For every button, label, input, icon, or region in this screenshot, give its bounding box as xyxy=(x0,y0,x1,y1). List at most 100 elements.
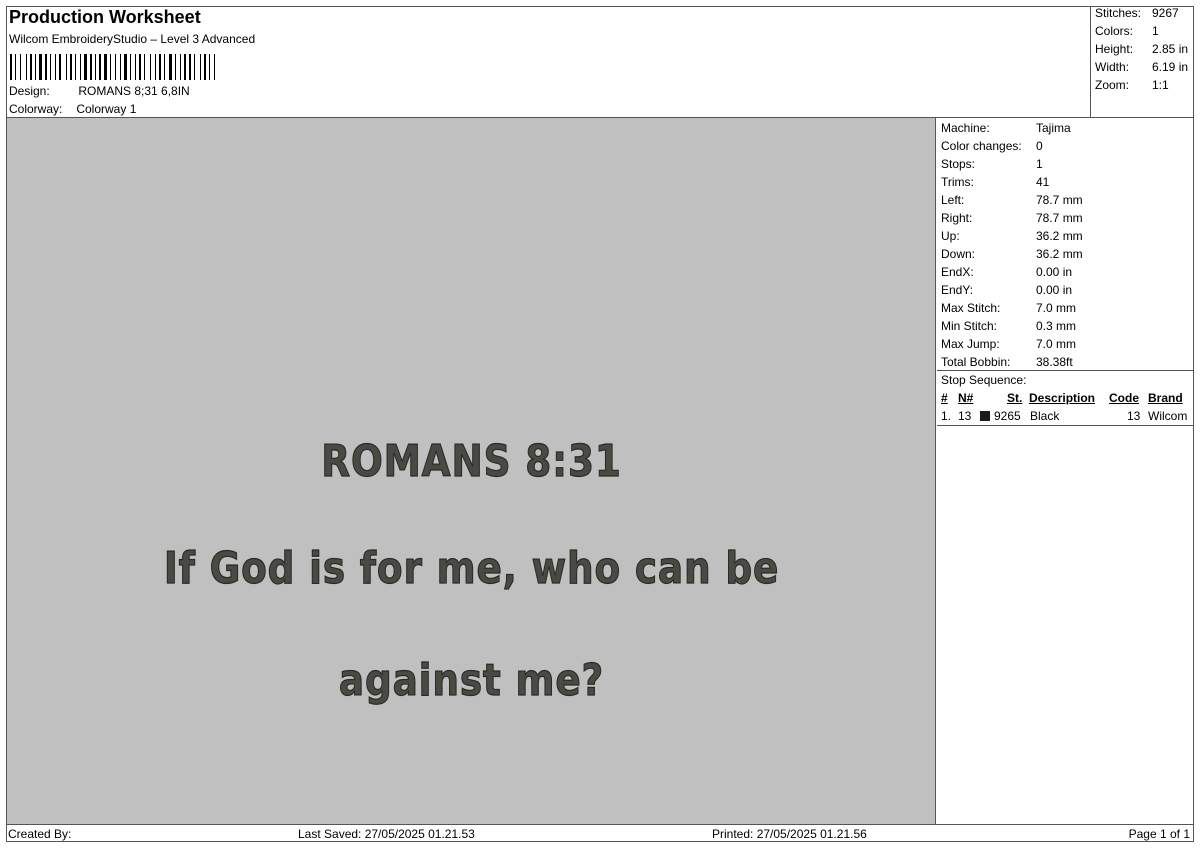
machine-info-label: Max Stitch: xyxy=(941,301,1001,315)
barcode xyxy=(10,50,218,80)
barcode-bar xyxy=(139,54,141,80)
barcode-bar xyxy=(39,54,42,80)
height-row: Height: 2.85 in xyxy=(1095,42,1188,58)
design-summary: Stitches: 9267 Colors: 1 Height: 2.85 in Wi… xyxy=(1091,6,1194,118)
worksheet-footer: Created By: Last Saved: 27/05/2025 01.21… xyxy=(6,824,1194,842)
page-title: Production Worksheet xyxy=(9,7,201,27)
zoom-row: Zoom: 1:1 xyxy=(1095,78,1169,94)
barcode-bar xyxy=(70,54,72,80)
barcode-bar xyxy=(104,54,107,80)
barcode-bar xyxy=(214,54,215,80)
barcode-bar xyxy=(137,54,138,80)
height-value: 2.85 in xyxy=(1152,42,1189,56)
machine-info-value: 0.00 in xyxy=(1036,283,1073,297)
machine-info-label: Max Jump: xyxy=(941,337,1000,351)
barcode-bar xyxy=(37,54,38,80)
machine-info-value: 38.38ft xyxy=(1036,355,1073,369)
machine-info-value: 36.2 mm xyxy=(1036,247,1083,261)
last-saved: Last Saved: 27/05/2025 01.21.53 xyxy=(298,827,475,841)
barcode-bar xyxy=(152,54,154,80)
stop-row-st: 9265 xyxy=(994,409,1021,423)
barcode-bar xyxy=(90,54,92,80)
machine-info-row: Min Stitch: 0.3 mm xyxy=(941,317,1076,335)
barcode-bar xyxy=(202,54,203,80)
barcode-bar xyxy=(108,54,109,80)
colors-label: Colors: xyxy=(1095,24,1134,38)
stop-row-n: 13 xyxy=(958,409,972,423)
barcode-bar xyxy=(62,54,65,80)
barcode-bar xyxy=(13,54,14,80)
barcode-bar xyxy=(15,54,16,80)
machine-info-value: 0 xyxy=(1036,139,1043,153)
machine-info-label: Right: xyxy=(941,211,973,225)
barcode-bar xyxy=(88,54,89,80)
machine-info-label: Left: xyxy=(941,193,965,207)
barcode-bar xyxy=(73,54,74,80)
machine-info-value: 0.00 in xyxy=(1036,265,1073,279)
machine-info-row: Trims: 41 xyxy=(941,173,1049,191)
machine-info-label: Color changes: xyxy=(941,139,1022,153)
barcode-bar xyxy=(204,54,206,80)
barcode-bar xyxy=(189,54,191,80)
design-label: Design: xyxy=(9,84,50,98)
machine-info-row: Right: 78.7 mm xyxy=(941,209,1083,227)
barcode-bar xyxy=(10,54,12,80)
barcode-bar xyxy=(82,54,83,80)
barcode-bar xyxy=(59,54,61,80)
barcode-bar xyxy=(45,54,47,80)
barcode-bar xyxy=(124,54,127,80)
col-header-description: Description xyxy=(1029,391,1096,405)
machine-info-label: Total Bobbin: xyxy=(941,355,1011,369)
barcode-bar xyxy=(184,54,186,80)
zoom-label: Zoom: xyxy=(1095,78,1130,92)
machine-info-value: 7.0 mm xyxy=(1036,337,1077,351)
barcode-bar xyxy=(135,54,136,80)
design-row: Design: ROMANS 8;31 6,8IN xyxy=(9,84,190,98)
machine-info-label: Stops: xyxy=(941,157,976,171)
colorway-value: Colorway 1 xyxy=(76,102,137,116)
embroidery-line-3: against me? xyxy=(338,654,605,706)
barcode-bar xyxy=(80,54,81,80)
machine-info-value: 1 xyxy=(1036,157,1043,171)
machine-info-value: Tajima xyxy=(1036,121,1071,135)
barcode-bar xyxy=(28,54,29,80)
barcode-bar xyxy=(196,54,199,80)
page-number: Page 1 of 1 xyxy=(1128,827,1190,841)
machine-info-row: Color changes: 0 xyxy=(941,137,1043,155)
barcode-bar xyxy=(112,54,114,80)
machine-info-row: EndX: 0.00 in xyxy=(941,263,1072,281)
stitches-value: 9267 xyxy=(1152,6,1179,20)
barcode-bar xyxy=(43,54,44,80)
barcode-bar xyxy=(207,54,208,80)
barcode-bar xyxy=(84,54,87,80)
machine-info-row: Up: 36.2 mm xyxy=(941,227,1083,245)
col-header-code: Code xyxy=(1109,391,1139,405)
worksheet-header: Production Worksheet Wilcom EmbroiderySt… xyxy=(6,6,1091,118)
barcode-bar xyxy=(75,54,76,80)
barcode-bar xyxy=(52,54,54,80)
machine-info-label: Down: xyxy=(941,247,976,261)
barcode-bar xyxy=(77,54,79,80)
machine-info-value: 41 xyxy=(1036,175,1050,189)
stop-row-brand: Wilcom xyxy=(1148,409,1188,423)
barcode-bar xyxy=(26,54,27,80)
barcode-bar xyxy=(169,54,172,80)
machine-info-value: 36.2 mm xyxy=(1036,229,1083,243)
height-label: Height: xyxy=(1095,42,1134,56)
barcode-bar xyxy=(157,54,158,80)
barcode-bar xyxy=(35,54,36,80)
col-header-num: # xyxy=(941,391,948,405)
barcode-bar xyxy=(55,54,56,80)
barcode-bar xyxy=(48,54,49,80)
colorway-label: Colorway: xyxy=(9,102,63,116)
barcode-bar xyxy=(192,54,193,80)
barcode-bar xyxy=(216,54,217,80)
embroidery-line-2: If God is for me, who can be xyxy=(163,542,780,594)
colorway-row: Colorway: Colorway 1 xyxy=(9,102,136,116)
col-header-st: St. xyxy=(1007,391,1023,405)
barcode-bar xyxy=(211,54,213,80)
machine-info-label: Trims: xyxy=(941,175,974,189)
barcode-bar xyxy=(99,54,101,80)
printed-date: Printed: 27/05/2025 01.21.56 xyxy=(712,827,867,841)
machine-info-label: Machine: xyxy=(941,121,990,135)
